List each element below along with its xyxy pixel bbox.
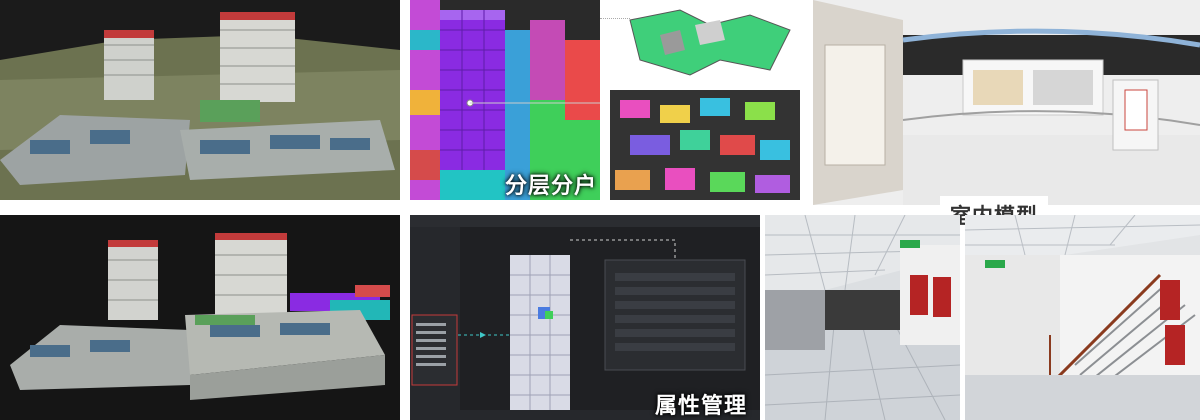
- attribute-caption: 属性管理: [655, 394, 748, 419]
- oblique-model-panel: [0, 215, 400, 420]
- unit-detail-panel: [600, 0, 800, 85]
- exhibition-hall-image: [813, 0, 1200, 205]
- staircase-panel: [965, 215, 1200, 420]
- detail-link-icon: [600, 18, 630, 19]
- corridor-image: [765, 215, 960, 420]
- corridor-panel: [765, 215, 960, 420]
- residential-blocks-image: [610, 90, 800, 200]
- residential-blocks-panel: [610, 90, 800, 200]
- layered-tower-panel: 分层分户: [410, 0, 600, 200]
- attribute-ui-panel: 属性管理: [410, 215, 760, 420]
- aerial-campus-panel: [0, 0, 400, 200]
- composite-figure: 分层分户 属性管理: [0, 0, 1200, 420]
- unit-detail-image: [600, 0, 800, 85]
- exhibition-hall-panel: [813, 0, 1200, 205]
- layered-caption: 分层分户: [505, 174, 598, 199]
- oblique-model-image: [0, 215, 400, 420]
- aerial-campus-image: [0, 0, 400, 200]
- staircase-image: [965, 215, 1200, 420]
